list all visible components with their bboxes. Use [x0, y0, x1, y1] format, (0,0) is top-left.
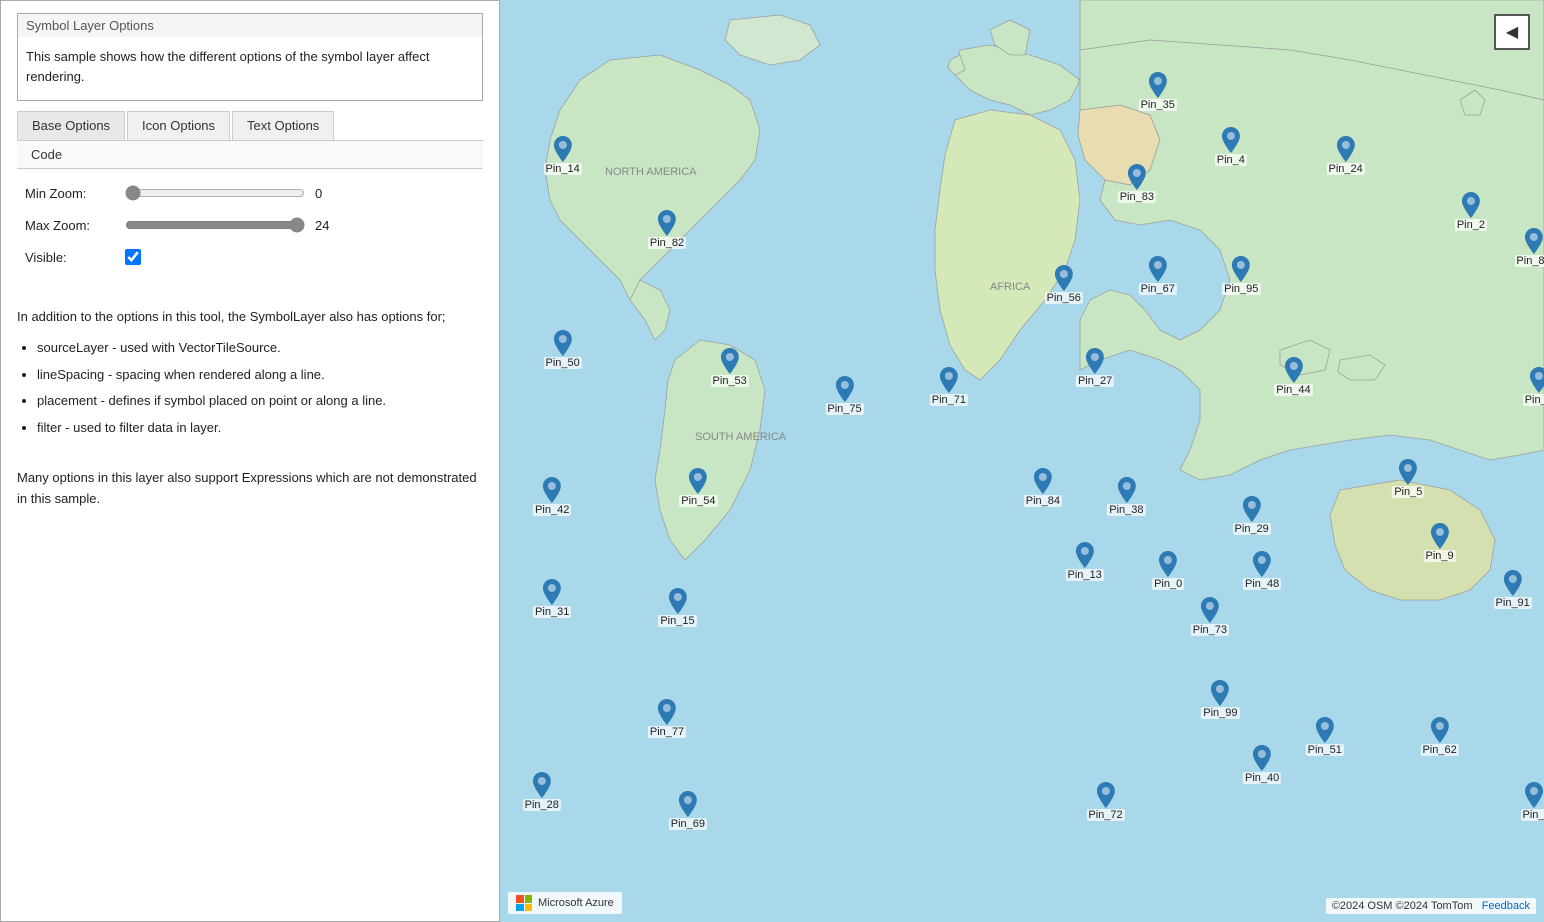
map-container: NORTH AMERICA SOUTH AMERICA AFRICA Pin_3… — [500, 0, 1544, 922]
options-content: Min Zoom: 0 Max Zoom: 24 Visible: — [17, 169, 483, 297]
visible-row: Visible: — [25, 249, 475, 265]
bullet-list: sourceLayer - used with VectorTileSource… — [37, 338, 483, 439]
tab-icon-options[interactable]: Icon Options — [127, 111, 230, 140]
panel-title: Symbol Layer Options — [17, 13, 483, 37]
tab-code[interactable]: Code — [17, 141, 483, 169]
visible-checkbox[interactable] — [125, 249, 141, 265]
logo-yellow — [525, 904, 533, 912]
tab-text-options[interactable]: Text Options — [232, 111, 334, 140]
svg-text:AFRICA: AFRICA — [990, 281, 1031, 293]
bullet-item-3: placement - defines if symbol placed on … — [37, 391, 483, 412]
bullet-item-1: sourceLayer - used with VectorTileSource… — [37, 338, 483, 359]
left-panel: Symbol Layer Options This sample shows h… — [0, 0, 500, 922]
visible-checkbox-container — [125, 249, 141, 265]
min-zoom-slider-container: 0 — [125, 185, 345, 201]
svg-text:SOUTH AMERICA: SOUTH AMERICA — [695, 431, 787, 443]
min-zoom-slider[interactable] — [125, 185, 305, 201]
map-copyright: ©2024 OSM ©2024 TomTom Feedback — [1326, 898, 1536, 914]
map-back-button[interactable]: ◀ — [1494, 14, 1530, 50]
logo-blue — [516, 904, 524, 912]
min-zoom-label: Min Zoom: — [25, 186, 125, 201]
back-icon: ◀ — [1506, 22, 1518, 42]
bullet-item-4: filter - used to filter data in layer. — [37, 418, 483, 439]
logo-red — [516, 895, 524, 903]
max-zoom-slider[interactable] — [125, 217, 305, 233]
feedback-link[interactable]: Feedback — [1482, 900, 1530, 912]
desc-section: In addition to the options in this tool,… — [17, 307, 483, 519]
max-zoom-row: Max Zoom: 24 — [25, 217, 475, 233]
tabs-container: Base Options Icon Options Text Options — [17, 111, 483, 141]
bullet-item-2: lineSpacing - spacing when rendered alon… — [37, 365, 483, 386]
additional-text-p2: Many options in this layer also support … — [17, 468, 483, 510]
panel-description: This sample shows how the different opti… — [26, 47, 474, 86]
additional-text-p1: In addition to the options in this tool,… — [17, 307, 483, 328]
logo-green — [525, 895, 533, 903]
max-zoom-label: Max Zoom: — [25, 218, 125, 233]
min-zoom-row: Min Zoom: 0 — [25, 185, 475, 201]
map-svg: NORTH AMERICA SOUTH AMERICA AFRICA — [500, 0, 1544, 922]
map-footer: Microsoft Azure — [508, 892, 622, 914]
map-footer-text: Microsoft Azure — [538, 897, 614, 909]
max-zoom-value: 24 — [315, 218, 345, 233]
tab-base-options[interactable]: Base Options — [17, 111, 125, 140]
azure-logo-squares — [516, 895, 532, 911]
visible-label: Visible: — [25, 250, 125, 265]
min-zoom-value: 0 — [315, 186, 345, 201]
max-zoom-slider-container: 24 — [125, 217, 345, 233]
azure-logo — [516, 895, 532, 911]
svg-text:NORTH AMERICA: NORTH AMERICA — [605, 166, 697, 178]
